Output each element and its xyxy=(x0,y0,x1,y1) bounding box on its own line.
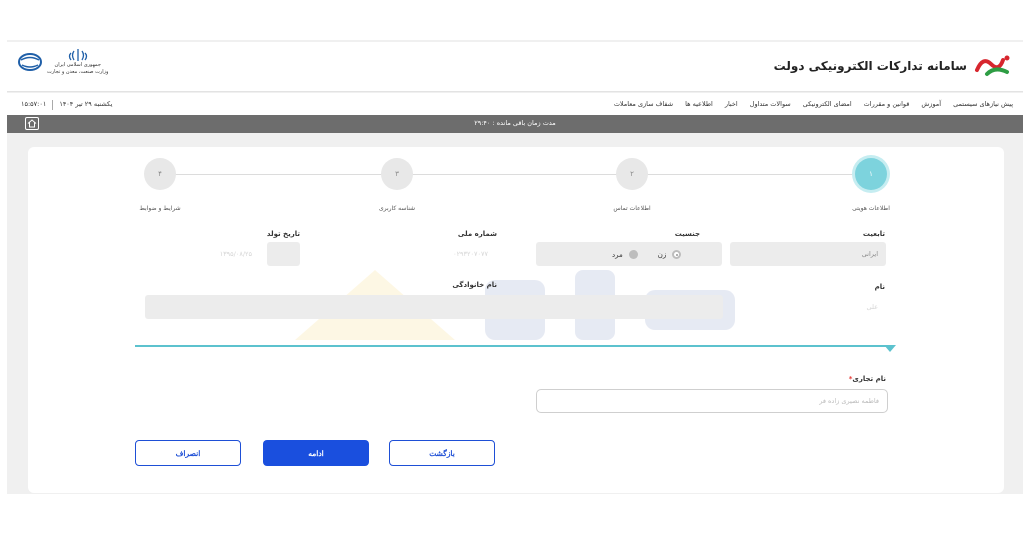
gov-logos: جمهوری اسلامی ایران وزارت صنعت، معدن و ت… xyxy=(17,48,108,76)
nav-menu: پیش نیازهای سیستمی آموزش قوانین و مقررات… xyxy=(614,100,1013,108)
setad-logo-icon xyxy=(975,55,1010,76)
trade-name-input[interactable]: فاطمه نصیری زاده فر xyxy=(536,389,888,413)
gender-label: جنسیت xyxy=(674,230,700,238)
timer-bar: مدت زمان باقی مانده : ۲۹:۴۰ xyxy=(7,115,1023,133)
step-3-circle: ۳ xyxy=(381,158,413,190)
current-date: یکشنبه ۲۹ تیر ۱۴۰۴ xyxy=(59,100,113,108)
first-name-field[interactable]: علی xyxy=(726,295,886,319)
back-button[interactable]: بازگشت xyxy=(389,440,495,466)
step-4-label: شرایط و ضوابط xyxy=(139,205,181,212)
trade-name-text: نام تجاری xyxy=(852,375,886,383)
last-name-label: نام خانوادگی xyxy=(452,281,497,289)
step-4-circle: ۴ xyxy=(144,158,176,190)
step-2-label: اطلاعات تماس xyxy=(613,205,651,212)
gender-male-radio[interactable] xyxy=(628,250,638,259)
app-title: سامانه تدارکات الکترونیکی دولت xyxy=(773,59,967,73)
gov-emblem-block: جمهوری اسلامی ایران وزارت صنعت، معدن و ت… xyxy=(47,48,108,76)
timer-label: مدت زمان باقی مانده : xyxy=(492,119,556,127)
date-time: ۱۵:۵۷:۰۱ یکشنبه ۲۹ تیر ۱۴۰۴ xyxy=(21,100,112,110)
last-name-field[interactable] xyxy=(145,295,723,319)
gender-male-label: مرد xyxy=(612,250,623,259)
nav-item-prerequisites[interactable]: پیش نیازهای سیستمی xyxy=(953,100,1013,108)
site-header: سامانه تدارکات الکترونیکی دولت جمهوری اس… xyxy=(7,42,1023,92)
step-3-label: شناسه کاربری xyxy=(378,205,416,212)
brand[interactable]: سامانه تدارکات الکترونیکی دولت xyxy=(774,52,1013,80)
nav-item-e-signature[interactable]: امضای الکترونیکی xyxy=(803,100,852,108)
national-id-label: شماره ملی xyxy=(457,230,497,238)
nav-item-transparency[interactable]: شفاف سازی معاملات xyxy=(614,100,673,108)
gender-female-radio[interactable] xyxy=(672,250,682,259)
nav-item-laws[interactable]: قوانین و مقررات xyxy=(864,100,910,108)
section-divider xyxy=(135,345,890,347)
top-nav: پیش نیازهای سیستمی آموزش قوانین و مقررات… xyxy=(7,93,1023,115)
stepper-line xyxy=(160,174,870,175)
nationality-field[interactable]: ایرانی xyxy=(730,242,886,266)
nav-item-faq[interactable]: سوالات متداول xyxy=(750,100,791,108)
divider-arrow-icon xyxy=(884,345,896,352)
trade-name-label: نام تجاری* xyxy=(800,375,886,383)
birthdate-label: تاریخ تولد xyxy=(266,230,300,238)
remaining-time: مدت زمان باقی مانده : ۲۹:۴۰ xyxy=(7,119,1023,127)
birthdate-calendar-button[interactable] xyxy=(267,242,300,266)
nav-item-training[interactable]: آموزش xyxy=(921,100,941,108)
nav-item-news[interactable]: اخبار xyxy=(725,100,738,108)
clock-time: ۱۵:۵۷:۰۱ xyxy=(21,100,47,108)
nav-item-announcements[interactable]: اطلاعیه ها xyxy=(685,100,713,108)
iran-emblem-icon xyxy=(68,49,87,61)
step-2-circle: ۲ xyxy=(616,158,648,190)
gov-line1: جمهوری اسلامی ایران xyxy=(54,62,101,68)
cancel-button[interactable]: انصراف xyxy=(135,440,241,466)
globe-icon xyxy=(18,53,42,71)
continue-button[interactable]: ادامه xyxy=(263,440,369,466)
step-1-circle: ۱ xyxy=(855,158,887,190)
step-1-label: اطلاعات هویتی xyxy=(852,205,890,212)
gov-line2: وزارت صنعت، معدن و تجارت xyxy=(47,69,109,75)
national-id-field[interactable]: ۰۲۹۳۲۰۷۰۷۷ xyxy=(336,242,496,266)
gender-radio-group: زن مرد xyxy=(612,250,682,259)
gender-female-label: زن xyxy=(657,250,667,259)
timer-value: ۲۹:۴۰ xyxy=(474,119,491,127)
first-name-label: نام xyxy=(874,283,885,291)
birthdate-field[interactable]: ۱۳۹۵/۰۸/۲۵ xyxy=(140,242,260,266)
date-separator xyxy=(52,100,54,110)
nationality-label: تابعیت xyxy=(862,230,885,238)
